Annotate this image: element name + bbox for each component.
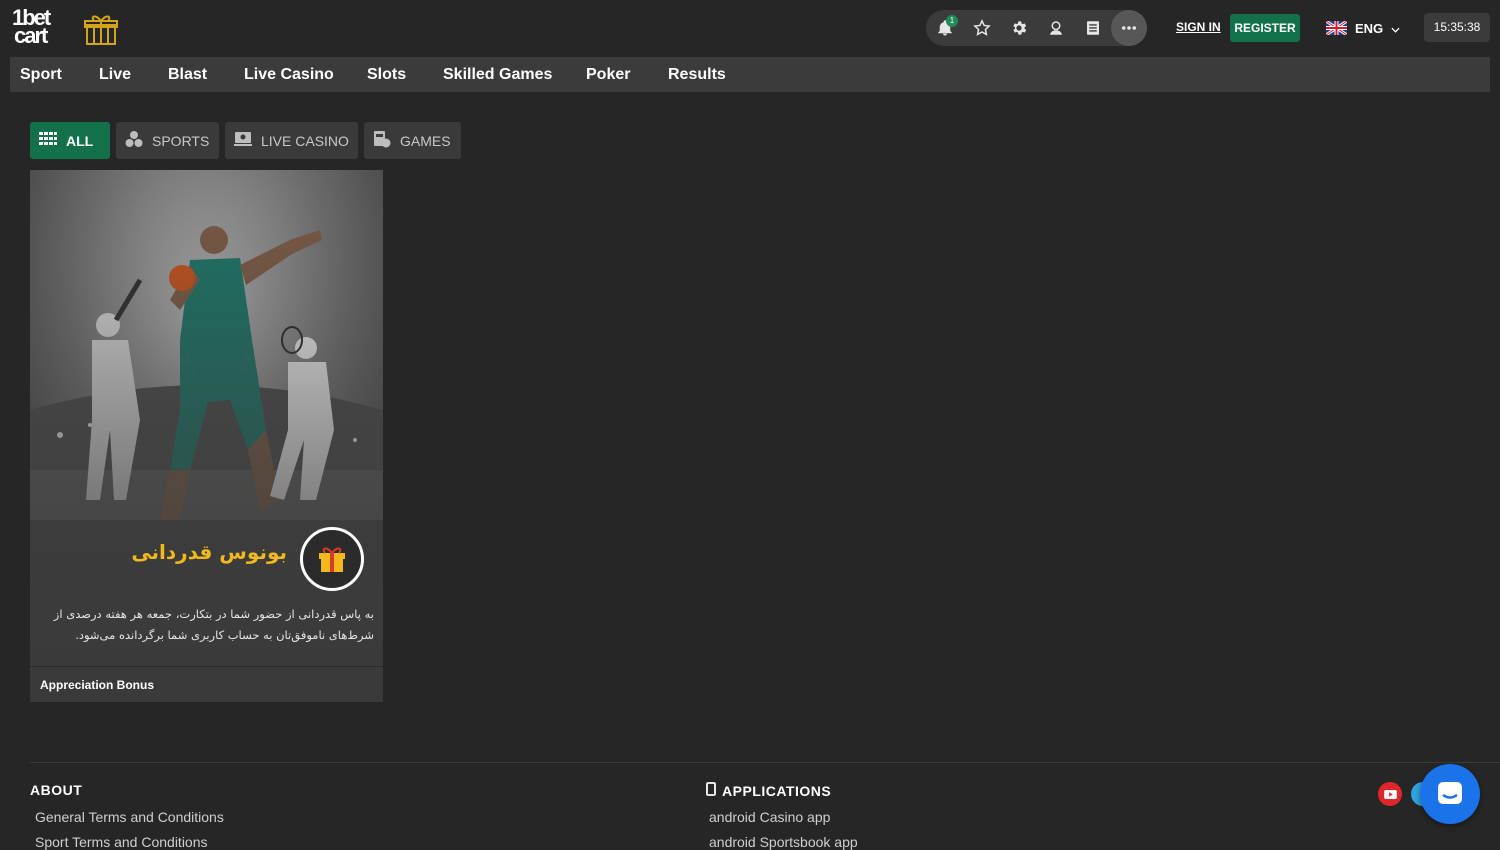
logo-text-bottom: cart <box>14 23 48 48</box>
filter-sports[interactable]: SPORTS <box>116 122 219 159</box>
youtube-icon[interactable] <box>1378 782 1402 806</box>
chevron-down-icon <box>1391 21 1400 36</box>
filter-games[interactable]: GAMES <box>364 122 461 159</box>
applications-heading: APPLICATIONS <box>706 782 831 799</box>
grid-icon <box>39 130 57 151</box>
promo-description: به پاس قدردانی از حضور شما در بتکارت، جم… <box>53 607 374 642</box>
footer-link-android-sportsbook[interactable]: android Sportsbook app <box>709 834 858 850</box>
footer-link-sport-terms[interactable]: Sport Terms and Conditions <box>35 834 208 850</box>
gift-icon <box>300 527 364 591</box>
filter-sports-label: SPORTS <box>152 132 210 149</box>
language-label: ENG <box>1355 20 1384 36</box>
nav-item-skilled-games[interactable]: Skilled Games <box>443 57 552 92</box>
nav-item-live[interactable]: Live <box>99 57 131 92</box>
header: 1bet cart 1 SIGN IN REGISTER ENG 15:35:3… <box>0 0 1500 56</box>
language-selector[interactable]: ENG <box>1318 14 1416 42</box>
nav-item-slots[interactable]: Slots <box>367 57 406 92</box>
bell-icon[interactable]: 1 <box>926 10 963 46</box>
nav-item-results[interactable]: Results <box>668 57 726 92</box>
applications-heading-label: APPLICATIONS <box>722 782 832 799</box>
about-heading: ABOUT <box>30 782 83 798</box>
filter-games-label: GAMES <box>400 132 451 149</box>
promo-image <box>30 170 383 666</box>
site-logo[interactable]: 1bet cart <box>12 7 58 48</box>
dealer-icon <box>234 130 252 151</box>
filter-live-casino-label: LIVE CASINO <box>261 132 349 149</box>
document-icon[interactable] <box>1074 10 1111 46</box>
clock: 15:35:38 <box>1424 13 1490 42</box>
game-icon <box>373 130 391 151</box>
more-icon[interactable] <box>1111 10 1147 46</box>
main-nav: Sport Live Blast Live Casino Slots Skill… <box>10 57 1490 92</box>
filter-all-label: ALL <box>66 132 94 149</box>
promo-name: Appreciation Bonus <box>40 678 155 692</box>
promo-card[interactable]: بونوس قدردانی به پاس قدردانی از حضور شما… <box>30 170 383 702</box>
filter-live-casino[interactable]: LIVE CASINO <box>225 122 358 159</box>
nav-item-poker[interactable]: Poker <box>586 57 630 92</box>
nav-item-sport[interactable]: Sport <box>20 57 62 92</box>
footer-link-general-terms[interactable]: General Terms and Conditions <box>35 809 224 825</box>
chat-support-icon[interactable] <box>1420 764 1480 824</box>
footer-link-android-casino[interactable]: android Casino app <box>709 809 830 825</box>
filter-all[interactable]: ALL <box>30 122 110 159</box>
uk-flag-icon <box>1326 21 1347 35</box>
mobile-icon <box>706 782 716 799</box>
nav-item-live-casino[interactable]: Live Casino <box>244 57 334 92</box>
header-toolbar: 1 <box>926 10 1147 46</box>
balls-icon <box>125 130 143 151</box>
sign-in-link[interactable]: SIGN IN <box>1176 20 1221 34</box>
star-icon[interactable] <box>963 10 1000 46</box>
footer-divider <box>30 762 1500 763</box>
register-button[interactable]: REGISTER <box>1230 14 1300 42</box>
promo-footer: Appreciation Bonus <box>30 666 383 702</box>
user-secret-icon[interactable] <box>1037 10 1074 46</box>
promo-title: بونوس قدردانی <box>131 540 287 564</box>
gear-icon[interactable] <box>1000 10 1037 46</box>
nav-item-blast[interactable]: Blast <box>168 57 207 92</box>
gift-icon[interactable] <box>84 12 118 46</box>
notification-badge: 1 <box>946 15 958 27</box>
